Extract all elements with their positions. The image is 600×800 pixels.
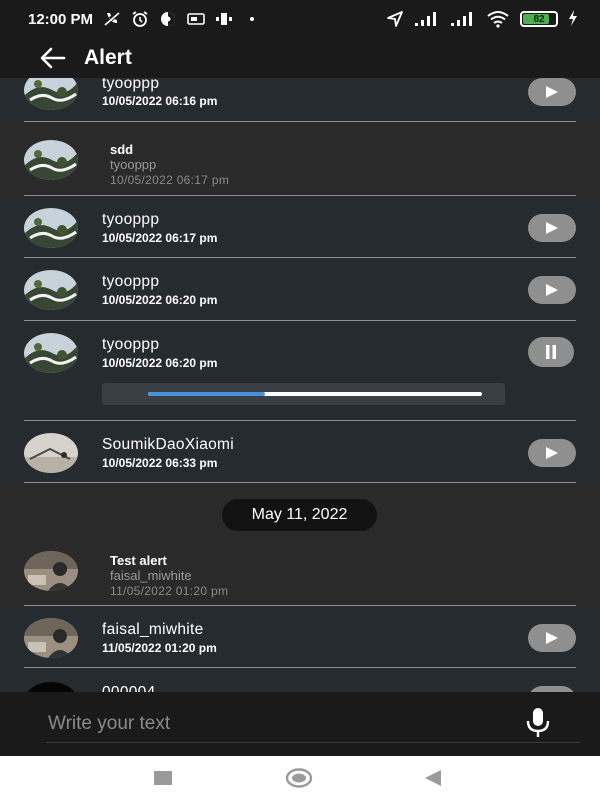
play-button[interactable] (528, 439, 576, 467)
audio-progress (102, 383, 505, 405)
audio-progress-fill (148, 392, 265, 396)
battery-icon: 82 (520, 11, 558, 27)
wifi-icon (486, 10, 510, 28)
sender-name: faisal_miwhite (110, 568, 192, 583)
message-date: 10/05/2022 06:17 pm (102, 231, 218, 245)
sender-name: tyooppp (102, 336, 160, 353)
audio-progress-track[interactable] (148, 392, 482, 396)
status-left-icons (103, 10, 261, 28)
location-icon (386, 10, 404, 28)
play-button[interactable] (528, 276, 576, 304)
date-separator: May 11, 2022 (0, 483, 600, 547)
composer-bar (0, 692, 600, 756)
sender-name: tyooppp (110, 157, 157, 172)
message-row[interactable]: sdd tyooppp 10/05/2022 06:17 pm (0, 122, 600, 196)
avatar (24, 140, 78, 180)
message-row[interactable]: tyooppp 10/05/2022 06:17 pm (0, 196, 600, 258)
screen: 12:00 PM 82 Alert tyooppp 10/05/2022 06:… (0, 0, 600, 800)
avatar (24, 208, 78, 248)
message-list[interactable]: tyooppp 10/05/2022 06:16 pm sdd tyooppp … (0, 78, 600, 692)
message-input[interactable] (40, 708, 510, 740)
microphone-icon[interactable] (522, 706, 554, 740)
data-saver-icon (159, 10, 177, 28)
notification-icon (215, 10, 233, 28)
date-pill: May 11, 2022 (222, 499, 377, 531)
message-text: sdd (110, 142, 134, 157)
avatar (24, 618, 78, 658)
app-bar: Alert (0, 38, 600, 78)
battery-level: 82 (533, 13, 545, 25)
play-button[interactable] (528, 624, 576, 652)
message-row[interactable]: Test alert faisal_miwhite 11/05/2022 01:… (0, 547, 600, 606)
message-date: 11/05/2022 01:20 pm (110, 584, 229, 598)
status-bar: 12:00 PM 82 (0, 0, 600, 38)
avatar (24, 682, 78, 692)
message-date: 10/05/2022 06:20 pm (102, 356, 218, 370)
signal-icon (414, 10, 440, 28)
sender-name: tyooppp (102, 78, 160, 92)
dot-icon (243, 10, 261, 28)
sender-name: 000004 (102, 684, 156, 692)
avatar (24, 333, 78, 373)
message-row[interactable]: SoumikDaoXiaomi 10/05/2022 06:33 pm (0, 421, 600, 483)
message-date: 10/05/2022 06:20 pm (102, 293, 218, 307)
avatar (24, 551, 78, 591)
play-button[interactable] (528, 214, 576, 242)
signal-icon (450, 10, 476, 28)
charging-icon (568, 9, 578, 29)
message-row[interactable]: tyooppp 10/05/2022 06:16 pm (0, 78, 600, 122)
avatar (24, 433, 78, 473)
alarm-icon (131, 10, 149, 28)
sender-name: faisal_miwhite (102, 621, 204, 638)
back-triangle-icon[interactable] (418, 766, 448, 790)
message-row[interactable]: faisal_miwhite 11/05/2022 01:20 pm (0, 606, 600, 668)
message-row[interactable]: tyooppp 10/05/2022 06:20 pm (0, 321, 600, 421)
pause-button[interactable] (528, 337, 574, 367)
status-time: 12:00 PM (28, 10, 94, 28)
avatar (24, 270, 78, 310)
input-underline (46, 742, 580, 743)
sender-name: tyooppp (102, 211, 160, 228)
crossed-phone-icon (103, 10, 121, 28)
message-row[interactable]: tyooppp 10/05/2022 06:20 pm (0, 258, 600, 321)
navigation-bar (0, 756, 600, 800)
sender-name: SoumikDaoXiaomi (102, 436, 234, 453)
message-date: 10/05/2022 06:16 pm (102, 94, 218, 108)
screen-icon (187, 10, 205, 28)
recents-square-icon[interactable] (148, 766, 178, 790)
message-date: 11/05/2022 01:20 pm (102, 641, 217, 655)
home-circle-icon[interactable] (284, 766, 314, 790)
play-button[interactable] (528, 78, 576, 106)
message-text: Test alert (110, 553, 167, 568)
sender-name: tyooppp (102, 273, 160, 290)
message-date: 10/05/2022 06:33 pm (102, 456, 218, 470)
message-row[interactable]: 000004 (0, 668, 600, 692)
avatar (24, 78, 78, 110)
arrow-left-icon[interactable] (40, 45, 66, 71)
message-date: 10/05/2022 06:17 pm (110, 173, 230, 187)
status-right-icons: 82 (386, 9, 578, 29)
page-title: Alert (84, 46, 132, 69)
